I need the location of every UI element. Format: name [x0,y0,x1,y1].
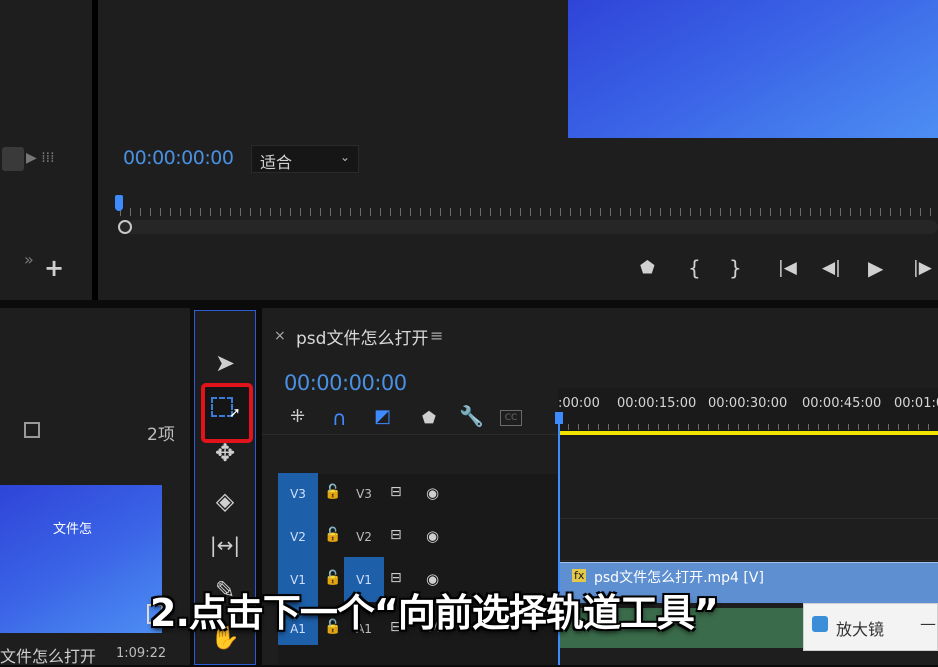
play-icon[interactable]: ▶ [868,256,883,280]
snap-magnet-icon[interactable]: ∩ [332,406,347,430]
chevron-down-icon: ⌄ [340,150,351,164]
source-v3[interactable]: V3 [279,475,317,513]
magnifier-title: 放大镜 [836,620,885,639]
magnifier-window[interactable]: 放大镜 — [803,603,938,651]
thumbnail-text: 文件怎 [53,522,93,537]
ruler-label: 00:01:0 [894,396,938,411]
top-left-panel: ▶ ⁞⁞⁞ » + [0,0,92,300]
step-forward-icon[interactable]: |▶ [913,258,932,278]
source-v2[interactable]: V2 [279,518,317,556]
sync-lock-icon[interactable]: ⊟ [390,527,402,543]
monitor-timecode[interactable]: 00:00:00:00 [123,147,234,169]
ruler-label: :00:00 [558,396,600,411]
monitor-ruler[interactable] [120,208,938,216]
lock-icon[interactable]: 🔓 [324,527,341,543]
fit-dropdown[interactable]: 适合 ⌄ [251,145,359,173]
time-ruler[interactable]: :00:00 00:00:15:00 00:00:30:00 00:00:45:… [558,388,938,438]
target-v3[interactable]: V3 [345,475,383,513]
header-divider [262,434,558,435]
clip-handle-icon[interactable] [2,147,24,171]
add-button-icon[interactable]: + [44,256,64,280]
ruler-ticks [558,424,938,430]
magnifier-icon [812,616,828,632]
track-lane-divider [560,518,938,519]
more-chevron-icon[interactable]: » [24,250,34,269]
minimize-button[interactable]: — [920,614,936,633]
playhead-handle[interactable] [555,412,563,424]
marker-icon[interactable]: ⬟ [640,258,655,278]
eye-icon[interactable]: ◉ [426,527,439,545]
linked-selection-icon[interactable]: ◩ [374,406,391,427]
ruler-label: 00:00:45:00 [802,396,882,411]
go-to-in-icon[interactable]: |◀ [778,258,797,278]
program-preview-image [568,0,938,138]
new-bin-icon[interactable] [24,422,40,438]
sync-lock-icon[interactable]: ⊟ [390,484,402,500]
item-count: 2项 [147,425,175,445]
tutorial-caption: 2.点击下一个“向前选择轨道工具” [150,591,719,635]
timeline-timecode[interactable]: 00:00:00:00 [284,371,407,395]
lock-icon[interactable]: 🔓 [324,484,341,500]
target-v2[interactable]: V2 [345,518,383,556]
mark-in-icon[interactable]: { [688,256,701,280]
work-area-bar[interactable] [558,431,938,435]
audio-meter-icon[interactable]: ▶ ⁞⁞⁞ [26,150,55,166]
ruler-label: 00:00:15:00 [617,396,697,411]
zoom-handle[interactable] [118,220,132,234]
cursor-icon: ➚ [229,405,241,421]
wrench-icon[interactable]: 🔧 [459,404,484,428]
ruler-label: 00:00:30:00 [708,396,788,411]
monitor-playhead[interactable] [115,195,123,211]
ripple-edit-icon[interactable]: ✥ [195,439,255,467]
track-select-forward-button[interactable]: ➚ [201,383,253,443]
fx-badge: fx [572,569,587,582]
clip-name[interactable]: 文件怎么打开 [0,643,96,667]
slip-icon[interactable]: |↔| [195,533,255,557]
captions-icon[interactable]: CC [500,410,522,426]
selection-tool-icon[interactable]: ➤ [195,349,255,377]
clip-thumbnail[interactable]: 文件怎 [0,485,162,633]
horizontal-divider [0,300,938,308]
step-back-icon[interactable]: ◀| [822,258,841,278]
sequence-tab[interactable]: psd文件怎么打开 [296,324,428,349]
razor-icon[interactable]: ◈ [195,487,255,515]
mark-out-icon[interactable]: } [729,256,742,280]
close-icon[interactable]: × [274,328,286,344]
panel-menu-icon[interactable]: ≡ [430,326,443,345]
track-lane-divider [560,560,938,561]
eye-icon[interactable]: ◉ [426,484,439,502]
zoom-scrollbar[interactable] [118,220,938,234]
clip-duration: 1:09:22 [116,646,167,661]
insert-nest-icon[interactable]: ⁜ [290,406,305,427]
fit-dropdown-value: 适合 [260,153,293,172]
add-marker-icon[interactable]: ⬟ [422,408,436,427]
